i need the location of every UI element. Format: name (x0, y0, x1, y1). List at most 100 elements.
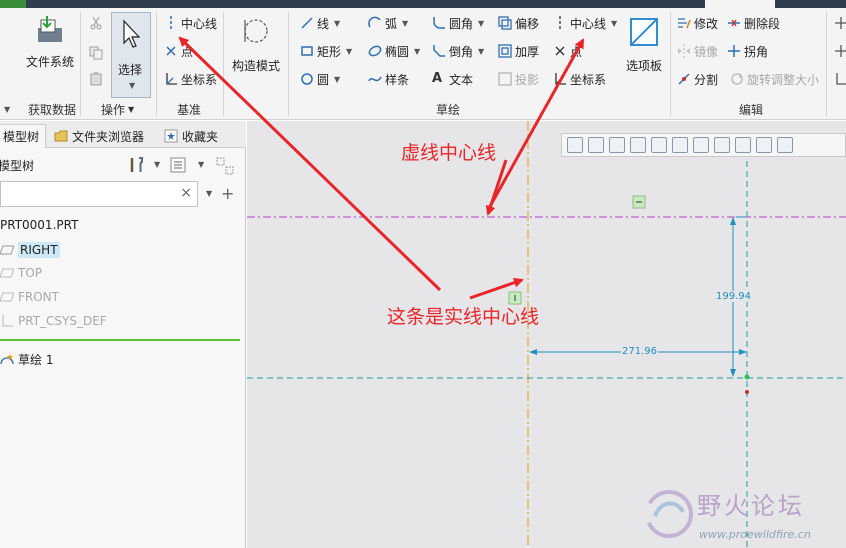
group-collapse-icon[interactable]: ▼ (4, 105, 10, 114)
palette-button[interactable]: 选项板 (626, 16, 662, 74)
cut-button[interactable] (89, 14, 103, 32)
clear-search-icon[interactable]: × (180, 185, 192, 201)
overflow-tool-2[interactable] (834, 42, 846, 60)
tab-model-tree[interactable]: 模型树 (0, 124, 47, 148)
chamfer-button[interactable]: 倒角 ▼ (432, 42, 484, 60)
divide-button[interactable]: 分割 (677, 70, 718, 88)
paste-button[interactable] (89, 70, 103, 88)
offset-button[interactable]: 偏移 (498, 14, 539, 32)
mirror-button[interactable]: 镜像 (677, 42, 718, 60)
construction-mode-button[interactable]: 构造模式 (232, 16, 280, 74)
fillet-button[interactable]: 圆角 ▼ (432, 14, 484, 32)
favorites-icon (164, 129, 178, 143)
text-button[interactable]: A 文本 (432, 70, 473, 88)
ellipse-button[interactable]: 椭圆 ▼ (368, 42, 420, 60)
sketch-tab-active[interactable] (705, 0, 775, 8)
overflow-tool-3[interactable] (834, 70, 846, 88)
tab-favorites-label: 收藏夹 (182, 129, 219, 144)
datum-point-button[interactable]: 点 (164, 42, 193, 60)
line-button[interactable]: 线 ▼ (300, 14, 340, 32)
tree-item-top[interactable]: TOP (0, 266, 42, 280)
centerline-icon (164, 16, 178, 30)
ribbon: 文件系统 获取数据 ▼ 选择 ▼ 操作 ▼ 中心线 点 坐标系 基准 构造模式 … (0, 8, 846, 120)
corner-icon (727, 44, 741, 58)
file-tab[interactable] (0, 0, 26, 8)
insert-indicator (0, 339, 240, 341)
datum-coord-system-button[interactable]: 坐标系 (164, 70, 217, 88)
plus-icon (834, 16, 846, 30)
arc-button[interactable]: 弧 ▼ (368, 14, 408, 32)
sketch-coord-system-button[interactable]: 坐标系 (553, 70, 606, 88)
file-system-button[interactable]: 文件系统 (26, 14, 74, 70)
watermark-brand: 野火论坛 (697, 492, 805, 520)
tree-filter-icon[interactable] (216, 157, 234, 175)
copy-button[interactable] (89, 44, 103, 62)
tree-item-part[interactable]: PRT0001.PRT (0, 218, 78, 232)
modify-button[interactable]: 修改 (677, 14, 718, 32)
file-system-icon (38, 16, 62, 42)
rectangle-icon (300, 44, 314, 58)
project-button[interactable]: 投影 (498, 70, 539, 88)
spline-button[interactable]: 样条 (368, 70, 409, 88)
plus-icon (834, 44, 846, 58)
circle-button[interactable]: 圆 ▼ (300, 70, 340, 88)
rotate-resize-button[interactable]: 旋转调整大小 (730, 70, 819, 88)
sketch-centerline-button[interactable]: 中心线 ▼ (553, 14, 617, 32)
graphics-window[interactable]: 199.94 271.96 虚线中心线 这条是实线中心线 野火论坛 www.pr… (247, 121, 846, 548)
show-dropdown-icon[interactable]: ▼ (198, 160, 204, 169)
mirror-icon (677, 44, 691, 58)
tree-item-right[interactable]: RIGHT (0, 242, 60, 258)
tree-item-sketch-label: 草绘 1 (18, 353, 54, 367)
left-panel: 模型树 文件夹浏览器 收藏夹 模型树 ▼ ▼ × ▼ + PRT0001.PRT (0, 121, 246, 548)
tree-item-sketch[interactable]: 草绘 1 (0, 351, 53, 368)
tree-search-input[interactable]: × (0, 181, 198, 207)
add-filter-icon[interactable]: + (221, 184, 234, 203)
tab-favorites[interactable]: 收藏夹 (158, 124, 224, 148)
rectangle-label: 矩形 (317, 44, 342, 59)
tab-folder-browser[interactable]: 文件夹浏览器 (48, 124, 150, 148)
watermark-logo-icon (645, 490, 693, 538)
paste-icon (89, 72, 103, 86)
line-label: 线 (317, 16, 330, 31)
tools-dropdown-icon[interactable]: ▼ (154, 160, 160, 169)
chamfer-icon (432, 44, 446, 58)
copy-icon (89, 46, 103, 60)
show-options-icon[interactable] (170, 157, 186, 173)
sketch-centerline-label: 中心线 (570, 16, 607, 31)
datum-plane-icon (0, 243, 15, 257)
thicken-label: 加厚 (515, 44, 540, 59)
thicken-button[interactable]: 加厚 (498, 42, 539, 60)
tree-toolbar: 模型树 ▼ ▼ (0, 149, 246, 179)
tree-item-front[interactable]: FRONT (0, 290, 59, 304)
file-system-label: 文件系统 (26, 55, 75, 69)
ellipse-icon (368, 44, 382, 58)
datum-centerline-button[interactable]: 中心线 (164, 14, 217, 32)
project-icon (498, 72, 512, 86)
tree-item-csys[interactable]: PRT_CSYS_DEF (0, 314, 107, 328)
search-dropdown-icon[interactable]: ▼ (206, 189, 212, 198)
project-label: 投影 (515, 72, 540, 87)
delete-segment-icon (727, 16, 741, 30)
overflow-tool-1[interactable] (834, 14, 846, 32)
corner-button[interactable]: 拐角 (727, 42, 768, 60)
scissors-icon (89, 16, 103, 30)
chamfer-label: 倒角 (449, 44, 474, 59)
divide-icon (677, 72, 691, 86)
tree-item-top-label: TOP (18, 266, 43, 280)
construction-mode-icon (244, 19, 268, 43)
delete-segment-button[interactable]: 删除段 (727, 14, 780, 32)
dimension-vertical-value[interactable]: 199.94 (715, 291, 752, 302)
select-button[interactable]: 选择 ▼ (111, 12, 151, 98)
arc-icon (368, 16, 382, 30)
datum-plane-icon (0, 266, 15, 280)
operations-dropdown-icon[interactable]: ▼ (128, 105, 134, 114)
watermark: 野火论坛 www.proewildfire.cn (639, 482, 846, 548)
sketch-point-button[interactable]: 点 (553, 42, 582, 60)
rectangle-button[interactable]: 矩形 ▼ (300, 42, 352, 60)
point-x-icon (164, 44, 178, 58)
group-label-operations: 操作 (101, 103, 126, 117)
corner-bracket-icon (834, 72, 846, 86)
tools-icon[interactable] (128, 156, 146, 174)
text-icon: A (432, 71, 443, 86)
dimension-horizontal-value[interactable]: 271.96 (621, 346, 658, 357)
